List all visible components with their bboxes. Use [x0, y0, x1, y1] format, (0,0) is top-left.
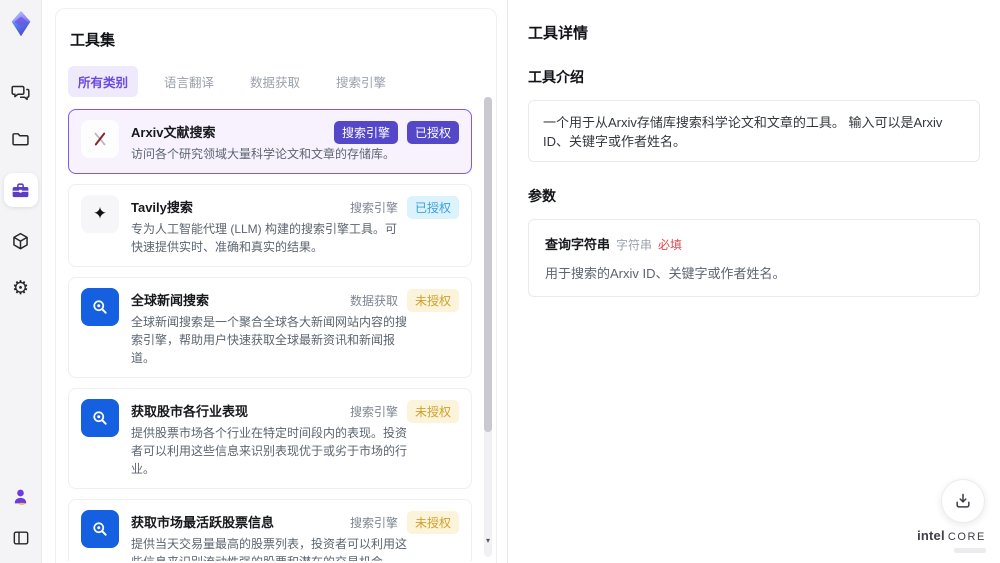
- tool-list: Arxiv文献搜索 访问各个研究领域大量科学论文和文章的存储库。 搜索引擎 已授权 ✦ T…: [68, 109, 496, 561]
- app-window: ⚙ 工具集 所有类别 语言翻译 数据获取 搜索引擎 Arxiv文献搜索 访问各个…: [0, 0, 1000, 563]
- params-list: 查询字符串 字符串 必填用于搜索的Arxiv ID、关键字或作者姓名。: [528, 219, 980, 297]
- param-description: 用于搜索的Arxiv ID、关键字或作者姓名。: [545, 266, 786, 281]
- brand-subline: [954, 548, 986, 553]
- status-badge: 未授权: [406, 400, 459, 423]
- brand-core-text: CORE: [947, 531, 986, 543]
- intro-box: 一个用于从Arxiv存储库搜索科学论文和文章的工具。 输入可以是Arxiv ID…: [528, 100, 980, 162]
- sidebar-nav: ⚙: [3, 79, 38, 301]
- panel-toggle-icon[interactable]: [8, 525, 34, 551]
- category-tabs: 所有类别 语言翻译 数据获取 搜索引擎: [68, 66, 496, 97]
- search-blue-icon: [81, 399, 119, 437]
- param-card: 查询字符串 字符串 必填用于搜索的Arxiv ID、关键字或作者姓名。: [528, 219, 980, 297]
- toolbox-icon[interactable]: [3, 173, 38, 207]
- intro-heading: 工具介绍: [528, 69, 584, 85]
- param-header: 查询字符串 字符串 必填: [545, 234, 963, 254]
- param-type: 字符串: [616, 238, 653, 252]
- tool-description: 访问各个研究领域大量科学论文和文章的存储库。: [131, 147, 396, 161]
- tool-card[interactable]: 获取市场最活跃股票信息提供当天交易量最高的股票列表，投资者可以利用这些信息来识别…: [68, 499, 472, 561]
- category-label: 搜索引擎: [349, 516, 398, 530]
- tool-badges: 数据获取 未授权: [350, 289, 459, 312]
- chat-icon[interactable]: [8, 79, 34, 105]
- params-heading: 参数: [528, 188, 556, 204]
- arxiv-icon: [81, 120, 119, 158]
- tab-category-2[interactable]: 数据获取: [240, 66, 310, 97]
- search-blue-icon: [81, 510, 119, 548]
- tool-badges: 搜索引擎 已授权: [350, 196, 459, 219]
- tool-badges: 搜索引擎 未授权: [350, 400, 459, 423]
- tool-badges: 搜索引擎 未授权: [350, 511, 459, 534]
- category-badge: 搜索引擎: [333, 121, 398, 144]
- intro-text: 一个用于从Arxiv存储库搜索科学论文和文章的工具。 输入可以是Arxiv ID…: [543, 115, 943, 149]
- tool-badges: 搜索引擎 已授权: [333, 121, 459, 144]
- tool-details-panel: 工具详情 工具介绍 一个用于从Arxiv存储库搜索科学论文和文章的工具。 输入可…: [507, 0, 1000, 563]
- search-blue-icon: [81, 288, 119, 326]
- category-label: 搜索引擎: [349, 405, 398, 419]
- category-label: 数据获取: [349, 294, 398, 308]
- status-badge: 未授权: [406, 511, 459, 534]
- param-required-badge: 必填: [658, 238, 683, 252]
- tool-card[interactable]: 获取股市各行业表现 提供股票市场各个行业在特定时间段内的表现。投资者可以利用这些信…: [68, 388, 472, 489]
- tool-card[interactable]: 全球新闻搜索 全球新闻搜索是一个聚合全球各大新闻网站内容的搜索引擎，帮助用户快速获…: [68, 277, 472, 378]
- param-name: 查询字符串: [545, 237, 611, 252]
- details-title: 工具详情: [528, 25, 589, 42]
- status-badge: 已授权: [406, 121, 459, 144]
- tab-category-1[interactable]: 语言翻译: [154, 66, 224, 97]
- scrollbar-thumb[interactable]: [484, 97, 492, 432]
- tab-category-3[interactable]: 搜索引擎: [326, 66, 396, 97]
- sidebar-bottom: [8, 483, 34, 551]
- status-badge: 未授权: [406, 289, 459, 312]
- intel-core-logo: intel CORE: [917, 527, 986, 553]
- page-title: 工具集: [70, 32, 116, 49]
- tool-card[interactable]: ✦ Tavily搜索 专为人工智能代理 (LLM) 构建的搜索引擎工具。可快速提供实…: [68, 184, 472, 267]
- cube-icon[interactable]: [8, 228, 34, 254]
- download-button[interactable]: [941, 479, 985, 523]
- folder-icon[interactable]: [8, 126, 34, 152]
- scrollbar-down-arrow-icon[interactable]: ▾: [484, 537, 492, 545]
- sidebar: ⚙: [0, 0, 42, 563]
- category-label: 搜索引擎: [349, 201, 398, 215]
- app-logo-icon: [6, 9, 36, 39]
- tool-card[interactable]: Arxiv文献搜索 访问各个研究领域大量科学论文和文章的存储库。 搜索引擎 已授权: [68, 109, 472, 174]
- scrollbar[interactable]: ▾: [484, 97, 492, 557]
- status-badge: 已授权: [406, 196, 459, 219]
- tool-collection-panel: 工具集 所有类别 语言翻译 数据获取 搜索引擎 Arxiv文献搜索 访问各个研究领域大量…: [55, 8, 497, 563]
- tool-description: 全球新闻搜索是一个聚合全球各大新闻网站内容的搜索引擎，帮助用户快速获取全球最新资…: [131, 315, 408, 365]
- settings-icon[interactable]: ⚙: [8, 275, 34, 301]
- brand-intel-text: intel: [917, 528, 945, 543]
- tool-description: 提供当天交易量最高的股票列表，投资者可以利用这些信息来识别流动性强的股票和潜在的…: [131, 537, 408, 561]
- download-icon: [956, 493, 970, 508]
- tab-category-0[interactable]: 所有类别: [68, 66, 139, 97]
- star-icon: ✦: [81, 195, 119, 233]
- tool-description: 专为人工智能代理 (LLM) 构建的搜索引擎工具。可快速提供实时、准确和真实的结…: [131, 222, 398, 254]
- tool-description: 提供股票市场各个行业在特定时间段内的表现。投资者可以利用这些信息来识别表现优于或…: [131, 426, 408, 476]
- user-icon[interactable]: [8, 483, 34, 509]
